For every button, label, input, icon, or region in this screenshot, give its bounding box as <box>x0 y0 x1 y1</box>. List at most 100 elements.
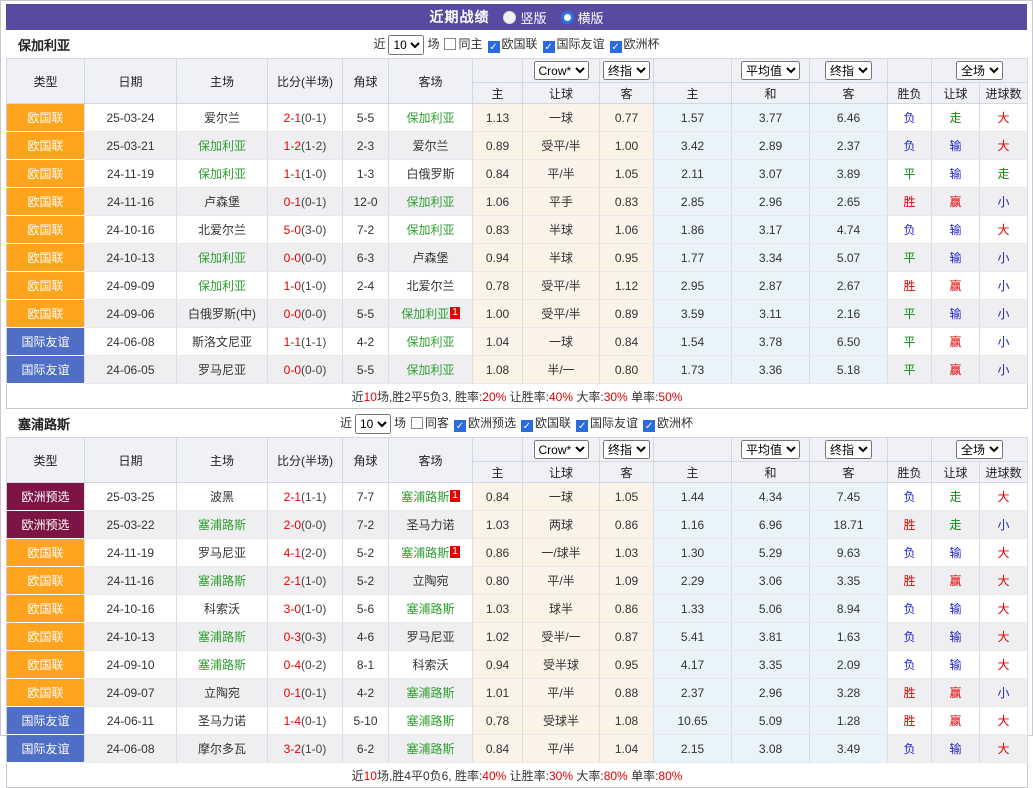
corners: 7-7 <box>343 483 389 511</box>
away-team: 爱尔兰 <box>389 132 473 160</box>
handicap-home-odds: 0.94 <box>473 651 523 679</box>
handicap-line: 平/半 <box>523 567 600 595</box>
header-cell <box>888 438 932 462</box>
team-label: 塞浦路斯 <box>401 546 449 560</box>
sub-column-header: 主 <box>654 83 732 104</box>
team-bar: 保加利亚近10场同主✓欧国联✓国际友谊✓欧洲杯 <box>6 31 1027 58</box>
avg-away-odds: 6.46 <box>810 104 888 132</box>
match-date: 24-11-16 <box>85 567 177 595</box>
away-team: 立陶宛 <box>389 567 473 595</box>
same-side-label: 同主 <box>458 37 482 51</box>
bookmaker-select[interactable]: Crow* <box>534 61 589 80</box>
handicap-away-odds: 0.80 <box>600 356 654 384</box>
column-header: 客场 <box>389 438 473 483</box>
score: 3-0(1-0) <box>268 595 343 623</box>
league-badge: 欧国联 <box>7 216 85 244</box>
header-cell: 终指 <box>810 59 888 83</box>
team-name: 保加利亚 <box>6 35 70 54</box>
league-badge: 欧国联 <box>7 244 85 272</box>
league-badge: 欧国联 <box>7 651 85 679</box>
match-row: 欧国联24-10-16科索沃3-0(1-0)5-6塞浦路斯1.03球半0.861… <box>7 595 1028 623</box>
result-handicap: 赢 <box>932 567 980 595</box>
halftime-score: (0-1) <box>301 111 326 125</box>
corners: 6-3 <box>343 244 389 272</box>
result-goals: 大 <box>980 216 1028 244</box>
average-index-select[interactable]: 终指 <box>825 440 872 459</box>
away-team: 卢森堡 <box>389 244 473 272</box>
sub-column-header: 主 <box>473 83 523 104</box>
avg-draw-odds: 3.08 <box>732 735 810 763</box>
scope-select[interactable]: 全场 <box>956 440 1003 459</box>
result-goals: 大 <box>980 707 1028 735</box>
handicap-away-odds: 0.84 <box>600 328 654 356</box>
handicap-home-odds: 1.08 <box>473 356 523 384</box>
score: 2-1(1-1) <box>268 483 343 511</box>
away-team: 保加利亚1 <box>389 300 473 328</box>
result-wdl: 平 <box>888 300 932 328</box>
sub-column-header: 进球数 <box>980 462 1028 483</box>
home-team: 波黑 <box>177 483 268 511</box>
sub-column-header: 进球数 <box>980 83 1028 104</box>
page-title: 近期战绩 <box>429 7 489 27</box>
team-label: 卢森堡 <box>204 195 240 209</box>
home-team: 罗马尼亚 <box>177 539 268 567</box>
handicap-home-odds: 0.94 <box>473 244 523 272</box>
layout-radio-vertical[interactable]: 竖版 <box>503 8 546 27</box>
header-cell: 全场 <box>932 438 1028 462</box>
bookmaker-select[interactable]: Crow* <box>534 440 589 459</box>
away-team: 罗马尼亚 <box>389 623 473 651</box>
average-select[interactable]: 平均值 <box>741 440 800 459</box>
handicap-away-odds: 0.83 <box>600 188 654 216</box>
fulltime-score: 3-2 <box>284 742 301 756</box>
radio-unselected-icon <box>561 11 574 24</box>
recent-count-select[interactable]: 10 <box>355 414 391 434</box>
filter-unit-label: 场 <box>394 416 406 430</box>
average-index-select[interactable]: 终指 <box>825 61 872 80</box>
result-handicap: 输 <box>932 595 980 623</box>
scope-select[interactable]: 全场 <box>956 61 1003 80</box>
match-date: 24-09-07 <box>85 679 177 707</box>
result-handicap: 走 <box>932 511 980 539</box>
corners: 2-4 <box>343 272 389 300</box>
league-checkbox[interactable]: ✓ <box>576 420 588 432</box>
handicap-line: 一球 <box>523 328 600 356</box>
result-wdl: 胜 <box>888 707 932 735</box>
league-checkbox[interactable]: ✓ <box>488 41 500 53</box>
summary-part: 近 <box>352 390 364 404</box>
score: 2-0(0-0) <box>268 511 343 539</box>
bookmaker-index-select[interactable]: 终指 <box>603 61 650 80</box>
header-cell <box>473 438 523 462</box>
corners: 5-5 <box>343 356 389 384</box>
same-side-checkbox[interactable] <box>444 38 456 50</box>
bookmaker-index-select[interactable]: 终指 <box>603 440 650 459</box>
result-goals: 大 <box>980 595 1028 623</box>
league-checkbox[interactable]: ✓ <box>521 420 533 432</box>
team-label: 保加利亚 <box>406 335 454 349</box>
score: 1-1(1-0) <box>268 160 343 188</box>
match-row: 欧国联25-03-24爱尔兰2-1(0-1)5-5保加利亚1.13一球0.771… <box>7 104 1028 132</box>
team-label: 保加利亚 <box>401 307 449 321</box>
result-goals: 大 <box>980 539 1028 567</box>
handicap-away-odds: 0.87 <box>600 623 654 651</box>
handicap-line: 受半/一 <box>523 623 600 651</box>
recent-count-select[interactable]: 10 <box>388 35 424 55</box>
handicap-line: 一球 <box>523 483 600 511</box>
handicap-home-odds: 1.13 <box>473 104 523 132</box>
same-side-checkbox[interactable] <box>411 417 423 429</box>
league-checkbox[interactable]: ✓ <box>543 41 555 53</box>
league-checkbox[interactable]: ✓ <box>643 420 655 432</box>
league-badge: 国际友谊 <box>7 735 85 763</box>
match-date: 24-11-19 <box>85 539 177 567</box>
score: 0-0(0-0) <box>268 244 343 272</box>
layout-radio-horizontal[interactable]: 横版 <box>561 8 604 27</box>
team-label: 保加利亚 <box>198 279 246 293</box>
average-select[interactable]: 平均值 <box>741 61 800 80</box>
halftime-score: (0-1) <box>301 195 326 209</box>
team-label: 塞浦路斯 <box>406 602 454 616</box>
league-checkbox[interactable]: ✓ <box>454 420 466 432</box>
handicap-away-odds: 0.95 <box>600 244 654 272</box>
league-checkbox[interactable]: ✓ <box>610 41 622 53</box>
result-handicap: 输 <box>932 623 980 651</box>
match-date: 24-11-19 <box>85 160 177 188</box>
handicap-home-odds: 1.02 <box>473 623 523 651</box>
